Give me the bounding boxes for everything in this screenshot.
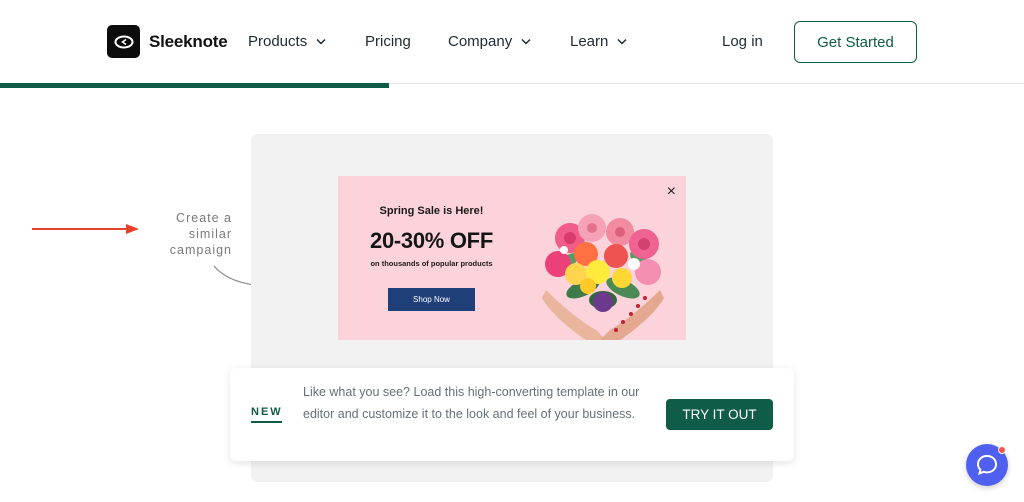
- hint-line: Create a: [176, 211, 232, 225]
- popup-subline: on thousands of popular products: [370, 259, 493, 268]
- new-badge-underline: [251, 421, 282, 423]
- hint-line: campaign: [169, 243, 232, 257]
- nav-company-label: Company: [448, 33, 513, 50]
- cta-description: Like what you see? Load this high-conver…: [303, 385, 640, 421]
- scroll-progress-bar: [0, 83, 1024, 88]
- hint-line: similar: [188, 227, 232, 241]
- template-cta-bar: NEW Like what you see? Load this high-co…: [230, 368, 794, 461]
- flower-hands-image: [542, 214, 664, 340]
- nav-pricing[interactable]: Pricing: [365, 33, 411, 50]
- red-arrow-icon: [32, 224, 139, 234]
- chevron-down-icon: [617, 38, 627, 45]
- nav-company[interactable]: Company: [448, 33, 531, 50]
- popup-preview: × Spring Sale is Here! 20-30% OFF on tho…: [338, 176, 686, 340]
- popup-eyebrow: Spring Sale is Here!: [379, 205, 484, 217]
- nav-products-label: Products: [248, 33, 308, 50]
- chevron-down-icon: [316, 38, 326, 45]
- login-link[interactable]: Log in: [722, 33, 763, 50]
- get-started-button[interactable]: Get Started: [794, 21, 917, 63]
- nav-pricing-label: Pricing: [365, 33, 411, 50]
- scroll-progress-fill: [0, 83, 390, 88]
- nav-learn[interactable]: Learn: [570, 33, 627, 50]
- new-badge: NEW: [251, 406, 283, 418]
- close-icon[interactable]: ×: [667, 184, 676, 200]
- nav-products[interactable]: Products: [248, 33, 326, 50]
- chat-bubble-icon: [976, 454, 998, 476]
- create-similar-hint: Create a similar campaign: [150, 210, 232, 258]
- popup-headline: 20-30% OFF: [370, 228, 493, 253]
- sleeknote-logo-icon: [107, 25, 140, 58]
- brand-logo[interactable]: Sleeknote: [107, 25, 228, 58]
- brand-name: Sleeknote: [149, 31, 228, 51]
- chevron-down-icon: [521, 38, 531, 45]
- nav-learn-label: Learn: [570, 33, 609, 50]
- site-header: Sleeknote Products Pricing Company Learn…: [0, 0, 1024, 84]
- shop-now-button[interactable]: Shop Now: [388, 288, 475, 311]
- try-it-out-button[interactable]: TRY IT OUT: [666, 399, 773, 430]
- notification-dot: [998, 446, 1006, 454]
